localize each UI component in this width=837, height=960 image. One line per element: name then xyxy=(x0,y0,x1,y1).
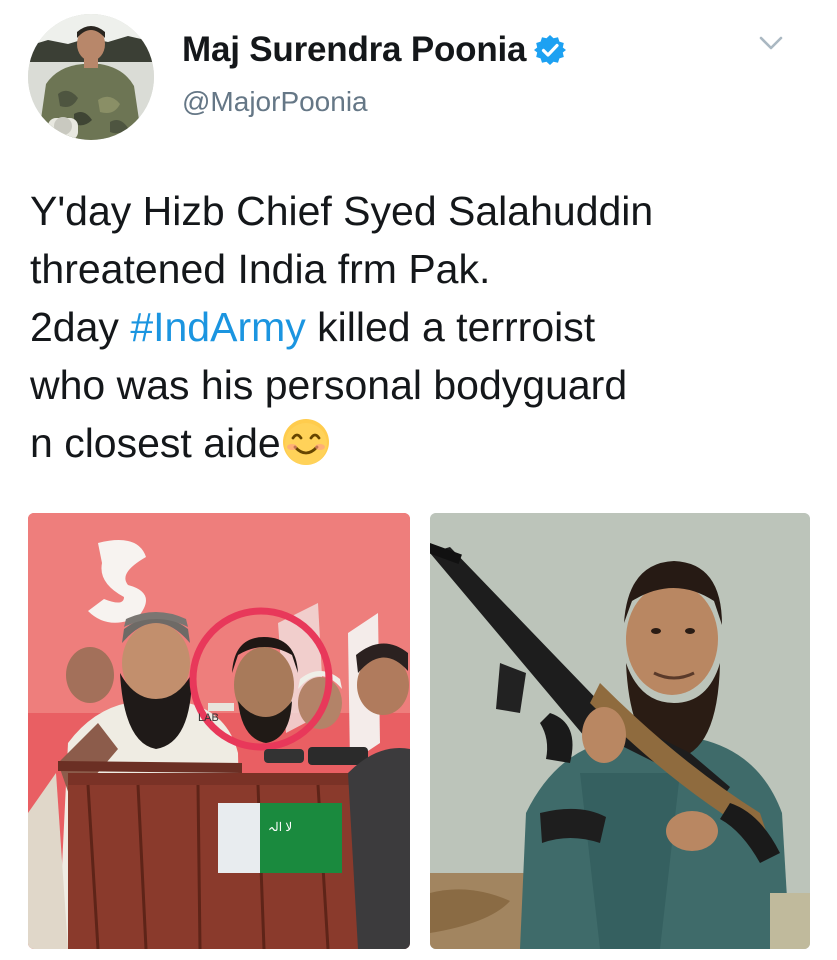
tweet-text-line: who was his personal bodyguard xyxy=(30,362,628,408)
tweet-text-fragment: killed a terrroist xyxy=(305,304,596,350)
tweet-text-line: n closest aide xyxy=(30,414,820,472)
tweet-text-fragment: 2day xyxy=(30,304,131,350)
tweet-media-photo-right[interactable] xyxy=(430,513,810,949)
author-name-row[interactable]: Maj Surendra Poonia xyxy=(182,30,567,70)
tweet-text: Y'day Hizb Chief Syed Salahuddin threate… xyxy=(30,182,820,472)
tweet-text-line: threatened India frm Pak. xyxy=(30,246,491,292)
tweet-text-line: 2day #IndArmy killed a terrroist xyxy=(30,298,820,356)
author-display-name[interactable]: Maj Surendra Poonia xyxy=(182,30,527,70)
tweet-media-photo-left[interactable]: LAB لا الہ xyxy=(28,513,410,949)
chevron-down-icon[interactable] xyxy=(757,32,785,54)
verified-badge-icon xyxy=(534,34,567,66)
avatar[interactable] xyxy=(28,14,154,140)
svg-text:LAB: LAB xyxy=(198,712,219,724)
hashtag-link[interactable]: #IndArmy xyxy=(130,304,305,350)
svg-text:لا الہ: لا الہ xyxy=(268,820,292,834)
tweet-text-line: Y'day Hizb Chief Syed Salahuddin xyxy=(30,188,654,234)
author-handle[interactable]: @MajorPoonia xyxy=(182,86,368,118)
tweet-text-fragment: n closest aide xyxy=(30,420,281,466)
smiling-face-emoji-icon xyxy=(281,417,331,467)
